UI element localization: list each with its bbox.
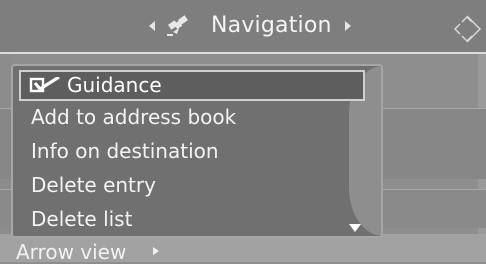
checkbox-checked-icon: [29, 77, 60, 93]
menu-item-label: Delete list: [31, 207, 133, 231]
menu-item-label: Add to address book: [31, 105, 237, 129]
controller-icon: [453, 15, 482, 43]
menu-item-label: Delete entry: [31, 173, 156, 197]
menu-item-guidance[interactable]: Guidance: [19, 70, 365, 101]
satellite-icon: [167, 15, 188, 36]
menu-item-delete-list[interactable]: Delete list: [19, 204, 365, 235]
header-title: Navigation: [211, 13, 332, 38]
menu-item-add-to-address-book[interactable]: Add to address book: [19, 102, 365, 133]
arrow-left-icon[interactable]: [149, 21, 155, 31]
arrow-view-chevron-icon: [153, 247, 159, 255]
header-bar: Navigation: [0, 0, 486, 54]
menu-item-delete-entry[interactable]: Delete entry: [19, 170, 365, 201]
scroll-down-icon[interactable]: [349, 224, 361, 232]
menu-item-info-on-destination[interactable]: Info on destination: [19, 136, 365, 167]
arrow-view-label[interactable]: Arrow view: [16, 240, 126, 264]
popup-menu: Guidance Add to address book Info on des…: [11, 64, 383, 238]
menu-item-label: Info on destination: [31, 139, 219, 163]
menu-item-label: Guidance: [67, 73, 162, 97]
arrow-right-icon[interactable]: [345, 21, 351, 31]
